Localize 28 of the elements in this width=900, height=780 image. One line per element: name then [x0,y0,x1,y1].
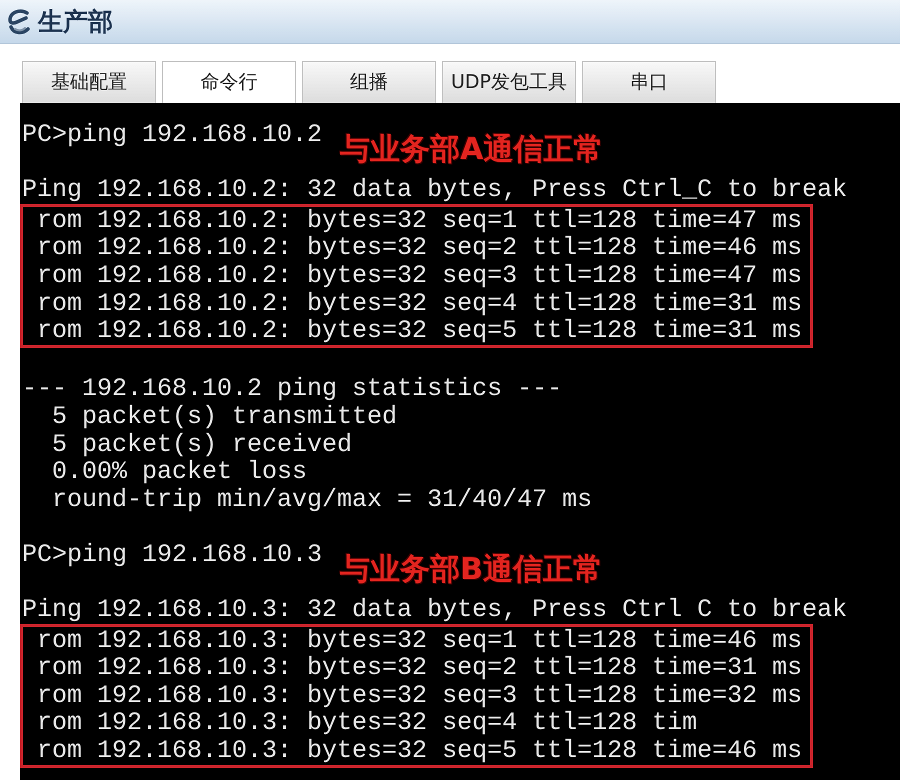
terminal-line: 0.00% packet loss [51,458,308,486]
terminal-line: rom 192.168.10.3: bytes=32 seq=1 ttl=128 time=46 ms [37,626,802,654]
terminal-line: Ping 192.168.10.2: 32 data bytes, Press Ctrl_C to break [21,176,848,204]
terminal-line: rom 192.168.10.2: bytes=32 seq=4 ttl=128 time=31 ms [37,290,802,318]
terminal-line: Ping 192.168.10.3: 32 data bytes, Press Ctrl C to break [21,596,848,624]
terminal-line: PC>ping 192.168.10.2 [21,121,322,149]
terminal-line: round-trip min/avg/max = 31/40/47 ms [51,486,592,514]
tab[interactable]: 基础配置 [22,61,156,103]
terminal-line: rom 192.168.10.2: bytes=32 seq=1 ttl=128 time=47 ms [37,206,802,234]
window-title: 生产部 [38,6,113,36]
annotation-text: 与业务部A通信正常 [340,132,604,168]
terminal-line: 5 packet(s) received [51,430,352,458]
terminal-line: rom 192.168.10.3: bytes=32 seq=5 ttl=128 time=46 ms [37,737,802,765]
tab[interactable]: 命令行 [162,61,296,103]
tab[interactable]: 串口 [582,61,716,103]
terminal-line: rom 192.168.10.2: bytes=32 seq=3 ttl=128 time=47 ms [37,262,802,290]
terminal-line: rom 192.168.10.2: bytes=32 seq=5 ttl=128 time=31 ms [37,317,802,345]
terminal-line: rom 192.168.10.3: bytes=32 seq=4 ttl=128 tim [37,709,698,738]
terminal-line: 5 packet(s) transmitted [51,402,398,431]
annotation-text: 与业务部B通信正常 [340,552,603,588]
terminal-line: --- 192.168.10.2 ping statistics --- [21,375,562,403]
terminal-line: rom 192.168.10.3: bytes=32 seq=3 ttl=128 time=32 ms [37,682,802,710]
logo-icon [6,8,32,36]
terminal-line: rom 192.168.10.3: bytes=32 seq=2 ttl=128 time=31 ms [37,654,802,682]
terminal-line: rom 192.168.10.2: bytes=32 seq=2 ttl=128 time=46 ms [37,234,802,262]
terminal-line: PC>ping 192.168.10.3 [21,540,322,568]
tab[interactable]: UDP发包工具 [442,61,576,103]
tab[interactable]: 组播 [302,61,436,103]
